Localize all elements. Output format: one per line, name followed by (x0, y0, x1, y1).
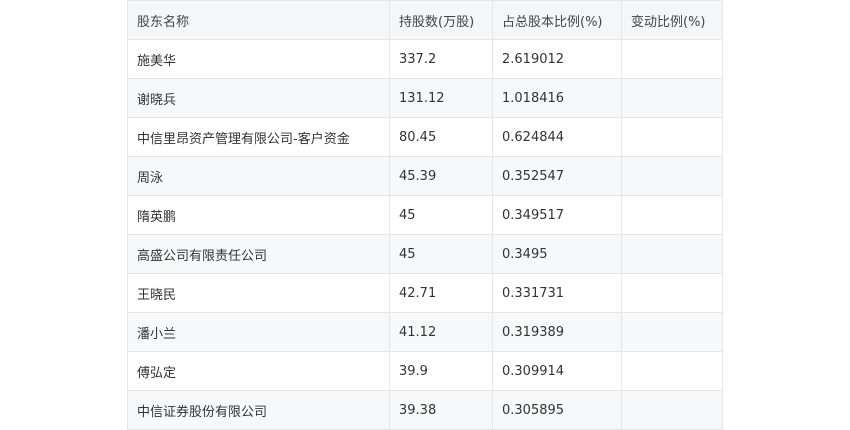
cell-shareholder-name: 施美华 (127, 39, 390, 79)
cell-change-ratio (621, 78, 723, 118)
header-share-ratio: 占总股本比例(%) (492, 0, 622, 40)
table-row: 傅弘定 39.9 0.309914 (127, 351, 723, 391)
table-row: 王晓民 42.71 0.331731 (127, 273, 723, 313)
cell-change-ratio (621, 39, 723, 79)
cell-shares-held: 39.38 (389, 390, 493, 430)
header-change-ratio: 变动比例(%) (621, 0, 723, 40)
table-row: 中信证券股份有限公司 39.38 0.305895 (127, 390, 723, 430)
cell-shares-held: 45 (389, 234, 493, 274)
cell-shares-held: 337.2 (389, 39, 493, 79)
cell-shareholder-name: 谢晓兵 (127, 78, 390, 118)
cell-shares-held: 39.9 (389, 351, 493, 391)
cell-shares-held: 45 (389, 195, 493, 235)
cell-share-ratio: 0.319389 (492, 312, 622, 352)
cell-share-ratio: 0.305895 (492, 390, 622, 430)
cell-change-ratio (621, 156, 723, 196)
table-row: 隋英鹏 45 0.349517 (127, 195, 723, 235)
table-row: 高盛公司有限责任公司 45 0.3495 (127, 234, 723, 274)
cell-shares-held: 131.12 (389, 78, 493, 118)
cell-change-ratio (621, 195, 723, 235)
table-body: 施美华 337.2 2.619012 谢晓兵 131.12 1.018416 中… (127, 39, 723, 430)
cell-change-ratio (621, 117, 723, 157)
header-shareholder-name: 股东名称 (127, 0, 390, 40)
cell-shares-held: 45.39 (389, 156, 493, 196)
cell-shareholder-name: 傅弘定 (127, 351, 390, 391)
cell-shares-held: 41.12 (389, 312, 493, 352)
cell-change-ratio (621, 390, 723, 430)
cell-share-ratio: 0.3495 (492, 234, 622, 274)
cell-share-ratio: 2.619012 (492, 39, 622, 79)
cell-share-ratio: 0.624844 (492, 117, 622, 157)
table-row: 周泳 45.39 0.352547 (127, 156, 723, 196)
cell-shareholder-name: 潘小兰 (127, 312, 390, 352)
cell-shareholder-name: 高盛公司有限责任公司 (127, 234, 390, 274)
table-row: 潘小兰 41.12 0.319389 (127, 312, 723, 352)
cell-share-ratio: 1.018416 (492, 78, 622, 118)
cell-change-ratio (621, 312, 723, 352)
table-row: 施美华 337.2 2.619012 (127, 39, 723, 79)
cell-shareholder-name: 中信里昂资产管理有限公司-客户资金 (127, 117, 390, 157)
table-header: 股东名称 持股数(万股) 占总股本比例(%) 变动比例(%) (127, 0, 723, 40)
table-row: 谢晓兵 131.12 1.018416 (127, 78, 723, 118)
cell-share-ratio: 0.349517 (492, 195, 622, 235)
cell-change-ratio (621, 351, 723, 391)
cell-shareholder-name: 王晓民 (127, 273, 390, 313)
shareholder-table-container: 股东名称 持股数(万股) 占总股本比例(%) 变动比例(%) 施美华 337.2… (127, 0, 723, 430)
cell-change-ratio (621, 234, 723, 274)
header-shares-held: 持股数(万股) (389, 0, 493, 40)
header-row: 股东名称 持股数(万股) 占总股本比例(%) 变动比例(%) (127, 0, 723, 40)
shareholder-table: 股东名称 持股数(万股) 占总股本比例(%) 变动比例(%) 施美华 337.2… (127, 0, 723, 430)
cell-share-ratio: 0.331731 (492, 273, 622, 313)
cell-shareholder-name: 中信证券股份有限公司 (127, 390, 390, 430)
cell-share-ratio: 0.309914 (492, 351, 622, 391)
cell-shares-held: 80.45 (389, 117, 493, 157)
cell-shares-held: 42.71 (389, 273, 493, 313)
cell-change-ratio (621, 273, 723, 313)
cell-share-ratio: 0.352547 (492, 156, 622, 196)
cell-shareholder-name: 周泳 (127, 156, 390, 196)
table-row: 中信里昂资产管理有限公司-客户资金 80.45 0.624844 (127, 117, 723, 157)
cell-shareholder-name: 隋英鹏 (127, 195, 390, 235)
